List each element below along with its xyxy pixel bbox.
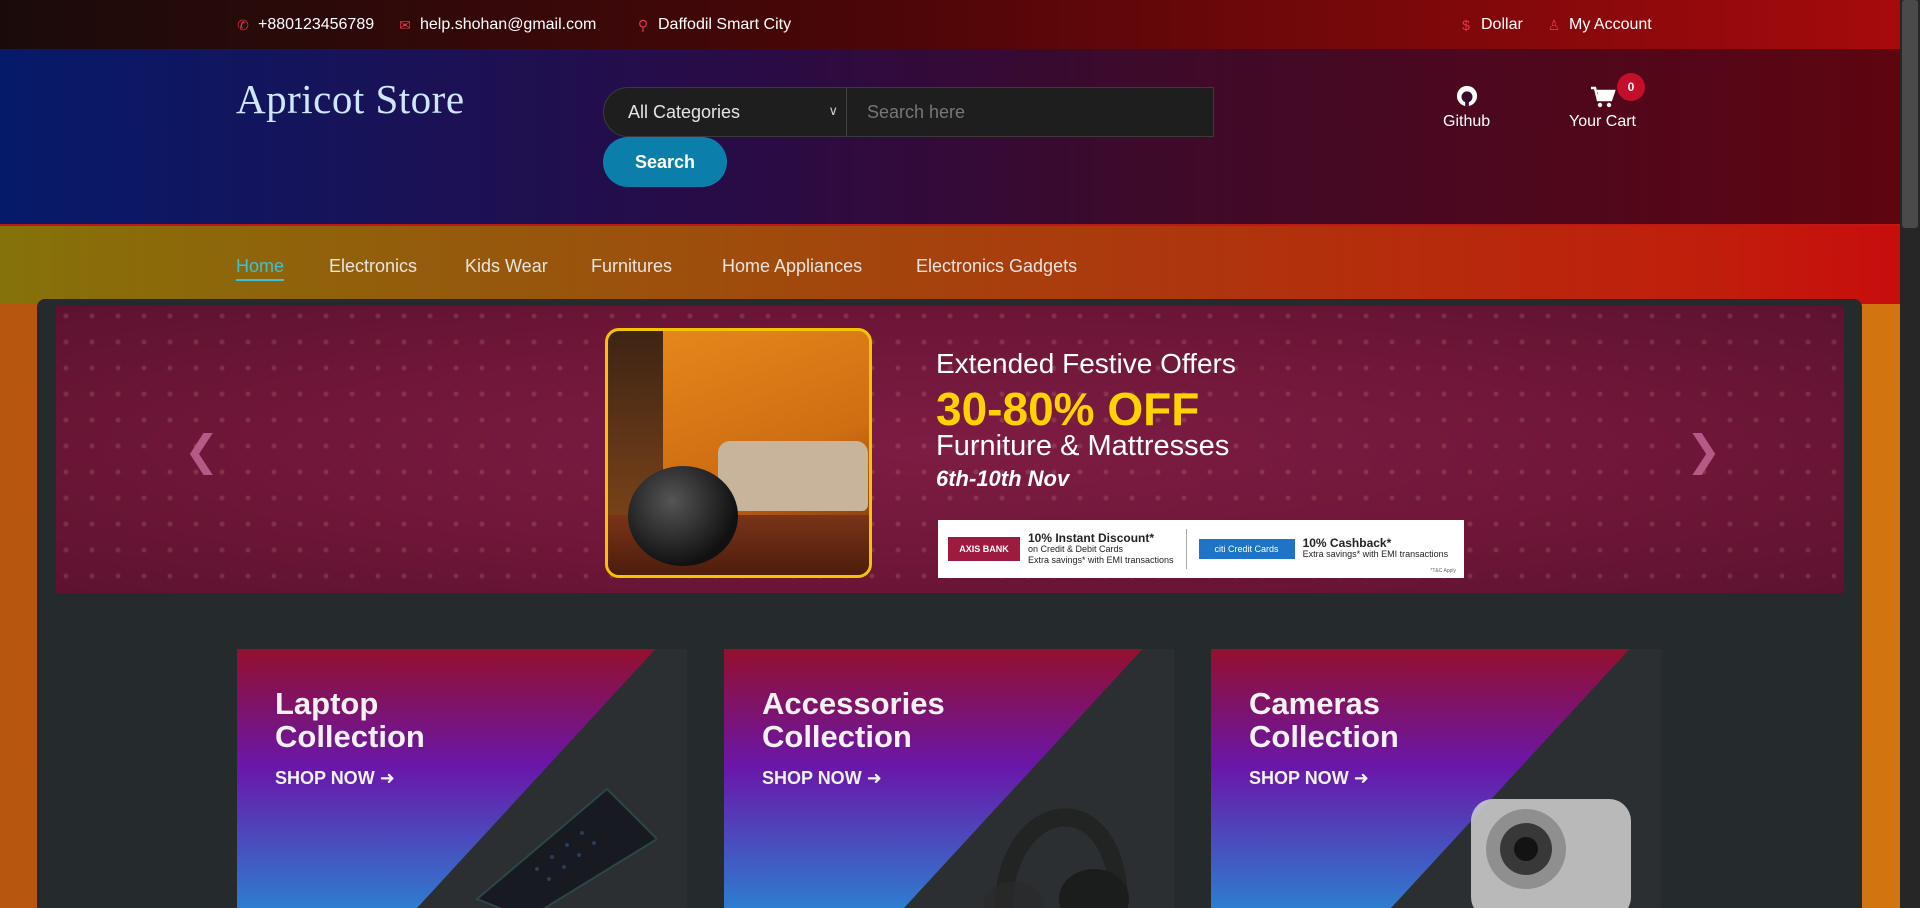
location-text: Daffodil Smart City <box>658 16 792 33</box>
arrow-circle-right-icon: ➜ <box>866 768 882 788</box>
page-scrollbar[interactable] <box>1900 0 1920 908</box>
dollar-icon: $ <box>1462 17 1470 33</box>
carousel-next-icon[interactable]: ❯ <box>1686 426 1721 475</box>
card-title-line1: Accessories <box>762 686 945 721</box>
axis-offer-title: 10% Instant Discount* <box>1028 530 1155 545</box>
top-bar: ✆ +880123456789 ✉ help.shohan@gmail.com … <box>0 0 1920 49</box>
phone-contact[interactable]: ✆ +880123456789 <box>236 16 374 34</box>
search-bar: All Categories ∨ Search here <box>603 87 1214 137</box>
carousel-prev-icon[interactable]: ❮ <box>184 426 219 475</box>
shop-now-label: SHOP NOW <box>275 768 375 788</box>
cart-link[interactable]: 0 Your Cart <box>1569 73 1645 131</box>
laptop-image <box>475 787 657 908</box>
card-title: Cameras Collection <box>1249 687 1399 753</box>
search-button[interactable]: Search <box>603 137 727 187</box>
main-nav: Home Electronics Kids Wear Furnitures Ho… <box>0 224 1900 304</box>
cameras-collection-card[interactable]: Cameras Collection SHOP NOW ➜ <box>1211 649 1661 908</box>
axis-offer-sub1: on Credit & Debit Cards <box>1028 543 1124 554</box>
envelope-icon: ✉ <box>399 16 411 33</box>
headphones-image <box>984 808 1129 908</box>
citi-offer-text: 10% Cashback* Extra savings* with EMI tr… <box>1302 536 1449 560</box>
shop-now-link[interactable]: SHOP NOW ➜ <box>762 768 882 789</box>
card-title-line1: Laptop <box>275 686 379 721</box>
accessories-collection-card[interactable]: Accessories Collection SHOP NOW ➜ <box>724 649 1174 908</box>
nav-home[interactable]: Home <box>236 256 285 281</box>
citi-offer-title: 10% Cashback* <box>1302 536 1392 550</box>
currency-text: Dollar <box>1481 16 1523 33</box>
card-title-line1: Cameras <box>1249 686 1380 721</box>
email-text: help.shohan@gmail.com <box>420 16 597 33</box>
axis-offer-sub2: Extra savings* with EMI transactions <box>1028 554 1174 565</box>
currency-selector[interactable]: $ Dollar <box>1459 16 1523 34</box>
shop-now-link[interactable]: SHOP NOW ➜ <box>275 768 395 789</box>
shop-now-label: SHOP NOW <box>1249 768 1349 788</box>
offer-category: Furniture & Mattresses <box>936 430 1230 462</box>
nav-electronics[interactable]: Electronics <box>329 256 417 277</box>
nav-furnitures[interactable]: Furnitures <box>591 256 672 277</box>
camera-image <box>1471 799 1631 908</box>
terms-note: *T&C Apply <box>1430 568 1456 574</box>
chevron-down-icon: ∨ <box>828 103 838 118</box>
sofa-shape <box>718 441 868 511</box>
nav-home-appliances[interactable]: Home Appliances <box>722 256 862 277</box>
phone-icon: ✆ <box>237 16 249 33</box>
shop-now-link[interactable]: SHOP NOW ➜ <box>1249 768 1369 789</box>
nav-kids-wear[interactable]: Kids Wear <box>465 256 548 277</box>
github-link[interactable]: Github <box>1443 85 1490 131</box>
email-contact[interactable]: ✉ help.shohan@gmail.com <box>398 16 596 34</box>
store-logo[interactable]: Apricot Store <box>236 75 465 123</box>
account-text: My Account <box>1569 16 1652 33</box>
my-account-link[interactable]: ♙ My Account <box>1547 16 1652 34</box>
category-selected: All Categories <box>628 101 741 122</box>
citi-logo: citi Credit Cards <box>1198 539 1295 559</box>
laptop-collection-card[interactable]: Laptop Collection SHOP NOW ➜ <box>237 649 687 908</box>
location-contact[interactable]: ⚲ Daffodil Smart City <box>636 16 791 34</box>
hero-carousel: ❮ ❯ Extended Festive Offers 30-80% OFF F… <box>56 306 1844 593</box>
cart-label: Your Cart <box>1569 113 1636 130</box>
card-title: Laptop Collection <box>275 687 425 753</box>
offer-heading: Extended Festive Offers <box>936 348 1236 379</box>
citi-offer-sub: Extra savings* with EMI transactions <box>1302 549 1449 559</box>
axis-offer-text: 10% Instant Discount* on Credit & Debit … <box>1028 530 1174 566</box>
phone-text: +880123456789 <box>258 16 375 33</box>
card-title-line2: Collection <box>1249 719 1399 754</box>
shop-now-label: SHOP NOW <box>762 768 862 788</box>
header: Apricot Store All Categories ∨ Search he… <box>0 49 1900 224</box>
user-icon: ♙ <box>1547 16 1561 33</box>
cart-count-badge: 0 <box>1617 73 1645 101</box>
search-input[interactable]: Search here <box>847 88 1213 136</box>
arrow-circle-right-icon: ➜ <box>379 768 395 788</box>
offer-dates: 6th-10th Nov <box>936 466 1070 491</box>
category-select[interactable]: All Categories ∨ <box>604 88 847 136</box>
offer-discount: 30-80% OFF <box>936 383 1200 435</box>
bank-offers-strip: AXIS BANK 10% Instant Discount* on Credi… <box>938 520 1464 578</box>
furniture-image <box>605 328 872 578</box>
axis-bank-logo: AXIS BANK <box>948 537 1020 561</box>
card-title-line2: Collection <box>275 719 425 754</box>
arrow-circle-right-icon: ➜ <box>1353 768 1369 788</box>
card-title-line2: Collection <box>762 719 912 754</box>
offer-divider <box>1185 529 1187 569</box>
card-title: Accessories Collection <box>762 687 945 753</box>
github-icon <box>1443 85 1490 113</box>
beanbag-shape <box>628 466 738 566</box>
scrollbar-thumb[interactable] <box>1902 0 1918 228</box>
map-marker-icon: ⚲ <box>637 16 649 33</box>
github-label: Github <box>1443 113 1491 130</box>
nav-electronics-gadgets[interactable]: Electronics Gadgets <box>916 256 1077 277</box>
